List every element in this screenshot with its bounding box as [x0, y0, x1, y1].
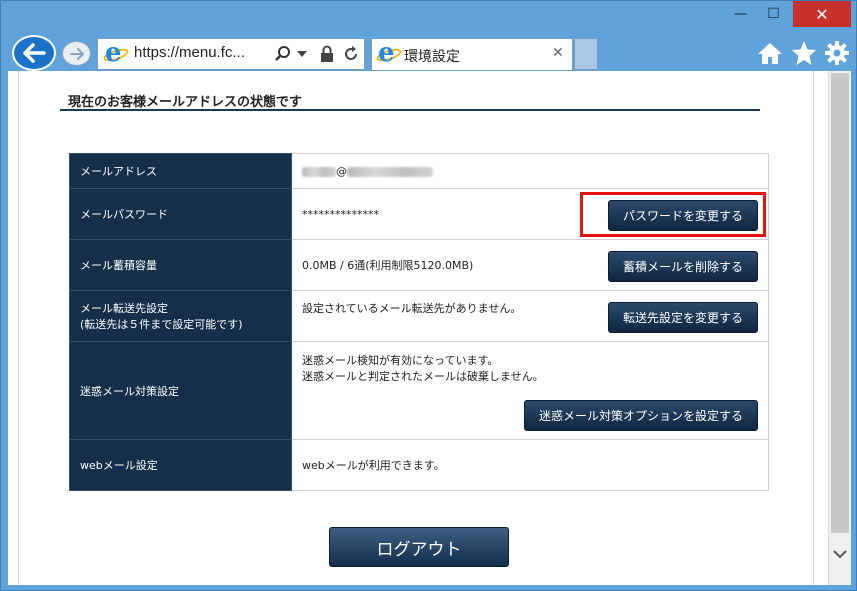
table-row: メール転送先設定 (転送先は５件まで設定可能です) 設定されているメール転送先が… [69, 290, 769, 342]
row-label-mail-password: メールパスワード [69, 188, 292, 240]
mail-storage-value: 0.0MB / 6通(利用制限5120.0MB) [302, 259, 474, 272]
home-icon[interactable] [756, 39, 784, 67]
tab-close-icon[interactable]: ✕ [552, 45, 564, 61]
change-forwarding-button[interactable]: 転送先設定を変更する [607, 302, 758, 333]
table-row: メール蓄積容量 0.0MB / 6通(利用制限5120.0MB) 蓄積メールを削… [69, 239, 769, 291]
favorites-star-icon[interactable] [790, 39, 818, 67]
new-tab-button[interactable] [574, 38, 598, 70]
row-label-mail-address: メールアドレス [69, 153, 292, 189]
redacted-domain [347, 166, 433, 177]
mail-storage-cell: 0.0MB / 6通(利用制限5120.0MB) 蓄積メールを削除する [291, 239, 769, 291]
logout-button[interactable]: ログアウト [329, 527, 509, 567]
tab-title: 環境設定 [404, 49, 460, 65]
spam-value-line2: 迷惑メールと判定されたメールは破棄しません。 [302, 370, 544, 383]
delete-stored-mail-button[interactable]: 蓄積メールを削除する [607, 251, 758, 282]
table-row: 迷惑メール対策設定 迷惑メール検知が有効になっています。 迷惑メールと判定された… [69, 341, 769, 440]
ie-tab-icon: e [375, 40, 403, 66]
mail-password-value: ************** [302, 207, 379, 221]
back-button[interactable] [12, 35, 56, 71]
forwarding-value: 設定されているメール転送先がありません。 [302, 302, 522, 315]
forwarding-cell: 設定されているメール転送先がありません。 転送先設定を変更する [291, 290, 769, 342]
close-window-button[interactable]: ✕ [793, 1, 851, 27]
arrow-left-icon [23, 43, 46, 63]
row-label-forwarding: メール転送先設定 (転送先は５件まで設定可能です) [69, 290, 292, 342]
vertical-scrollbar[interactable] [828, 71, 851, 585]
spam-cell: 迷惑メール検知が有効になっています。 迷惑メールと判定されたメールは破棄しません… [291, 341, 769, 440]
scroll-down-icon[interactable] [833, 549, 847, 559]
scroll-thumb[interactable] [831, 73, 849, 533]
tab-settings[interactable]: e 環境設定 ✕ [371, 38, 573, 70]
spam-value-line1: 迷惑メール検知が有効になっています。 [302, 354, 499, 367]
webmail-value: webメールが利用できます。 [291, 439, 769, 491]
lock-icon[interactable] [319, 45, 335, 63]
page-viewport: 現在のお客様メールアドレスの状態です メールアドレス @ メールパスワード **… [8, 71, 828, 585]
section-divider [60, 109, 760, 111]
mail-address-value: @ [291, 153, 769, 189]
section-title: 現在のお客様メールアドレスの状態です [68, 95, 303, 110]
ie-logo-icon: e [102, 40, 130, 66]
forwarding-label-line1: メール転送先設定 [80, 302, 168, 315]
address-bar[interactable]: e https://menu.fc... [97, 38, 365, 70]
table-row: メールアドレス @ [69, 153, 769, 189]
redacted-user [302, 166, 336, 177]
highlight-box [580, 192, 766, 237]
maximize-button[interactable]: ☐ [759, 1, 788, 27]
gear-icon[interactable] [823, 39, 851, 67]
at-sign: @ [336, 164, 347, 178]
row-label-spam: 迷惑メール対策設定 [69, 341, 292, 440]
forwarding-label-line2: (転送先は５件まで設定可能です) [80, 318, 243, 331]
row-label-mail-storage: メール蓄積容量 [69, 239, 292, 291]
address-text[interactable]: https://menu.fc... [134, 44, 245, 61]
row-label-webmail: webメール設定 [69, 439, 292, 491]
browser-window: — ☐ ✕ e https://menu.fc... e 環境設定 ✕ 現在のお… [0, 0, 857, 591]
arrow-right-icon [69, 47, 84, 60]
table-row: webメール設定 webメールが利用できます。 [69, 439, 769, 491]
spam-option-button[interactable]: 迷惑メール対策オプションを設定する [523, 400, 758, 431]
dropdown-icon[interactable] [297, 51, 307, 57]
search-icon[interactable] [274, 45, 292, 63]
minimize-button[interactable]: — [726, 1, 755, 27]
refresh-icon[interactable] [342, 45, 360, 63]
forward-button[interactable] [62, 41, 91, 66]
